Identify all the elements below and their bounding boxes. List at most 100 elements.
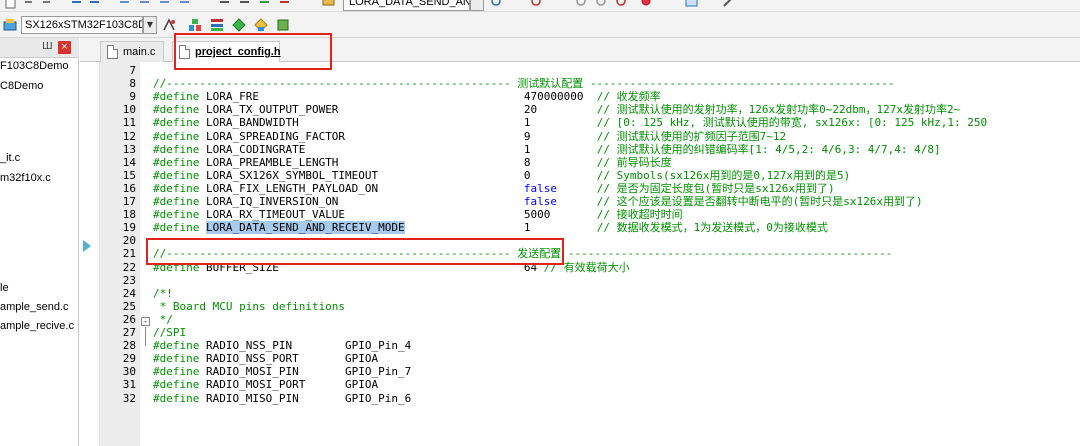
current-line-arrow-icon (83, 240, 91, 252)
prev-bookmark-icon[interactable] (138, 0, 151, 9)
code-line[interactable]: #define LORA_DATA_SEND_AND_RECEIV_MODE 1… (153, 221, 828, 234)
redo-icon[interactable] (40, 0, 53, 9)
code-line[interactable]: #define RADIO_NSS_PORT GPIOA (153, 352, 378, 365)
line-number: 16 (122, 182, 136, 195)
code-token: /*! (153, 287, 173, 300)
code-line[interactable]: * Board MCU pins definitions (153, 300, 345, 313)
debug-icon[interactable] (530, 0, 543, 9)
pack-installer-icon[interactable] (232, 18, 246, 32)
rte-icon[interactable] (276, 18, 290, 32)
code-line[interactable]: //--------------------------------------… (153, 77, 895, 90)
find-in-files-icon[interactable] (322, 0, 335, 9)
back-icon[interactable] (70, 0, 83, 9)
project-tree-item[interactable]: F103C8Demo (0, 60, 78, 72)
code-line[interactable]: */ (153, 313, 173, 326)
code-token: #define (153, 182, 200, 195)
code-line[interactable]: #define LORA_CODINGRATE 1 // 测试默认使用的纠错编码… (153, 143, 941, 156)
line-number: 31 (122, 378, 136, 391)
fold-toggle-icon[interactable]: - (141, 317, 150, 326)
project-tree-item[interactable]: le (0, 282, 78, 294)
target-select[interactable]: SX126xSTM32F103C8Dem (21, 16, 143, 34)
tab-label: main.c (123, 46, 156, 58)
code-line[interactable]: #define RADIO_NSS_PIN GPIO_Pin_4 (153, 339, 411, 352)
find-icon[interactable] (490, 0, 503, 9)
code-line[interactable]: #define RADIO_MISO_PIN GPIO_Pin_6 (153, 392, 411, 405)
configure-icon[interactable] (722, 0, 735, 9)
code-line[interactable]: #define LORA_SX126X_SYMBOL_TIMEOUT 0 // … (153, 169, 850, 182)
code-token: LORA_RX_TIMEOUT_VALUE (199, 208, 524, 221)
line-number: 15 (122, 169, 136, 182)
comment-icon[interactable] (258, 0, 271, 9)
uncomment-icon[interactable] (278, 0, 291, 9)
project-panel-header: Ш × (0, 38, 79, 58)
code-token: false (523, 195, 557, 208)
project-tree-item[interactable]: C8Demo (0, 80, 78, 92)
code-token: // 测试默认使用的发射功率，126x发射功率0~22dbm，127x发射功率2… (596, 103, 961, 116)
close-icon[interactable]: × (58, 41, 71, 54)
tab-main-c[interactable]: main.c (100, 41, 164, 62)
breakpoint-margin[interactable] (80, 62, 100, 446)
target-select-button[interactable]: ▼ (143, 16, 157, 34)
code-line[interactable]: #define LORA_RX_TIMEOUT_VALUE 5000 // 接收… (153, 208, 683, 221)
file-extensions-icon[interactable] (210, 18, 224, 32)
code-token: // 数据收发模式，1为发送模式，0为接收模式 (596, 221, 828, 234)
code-token: #define (153, 195, 200, 208)
code-token: // 这个应该是设置是否翻转中断电平的(暂时只是sx126x用到了) (596, 195, 923, 208)
code-line[interactable]: /*! (153, 287, 173, 300)
project-tree-item[interactable]: _it.c (0, 152, 78, 164)
code-line[interactable]: #define LORA_FIX_LENGTH_PAYLOAD_ON false… (153, 182, 835, 195)
disable-breakpoint-icon[interactable] (595, 0, 608, 9)
undo-icon[interactable] (22, 0, 35, 9)
manage-components-icon[interactable] (188, 18, 202, 32)
bookmark-icon[interactable] (118, 0, 131, 9)
project-tree-item[interactable]: m32f10x.c (0, 172, 78, 184)
code-line[interactable]: #define RADIO_MOSI_PIN GPIO_Pin_7 (153, 365, 411, 378)
tools-icon[interactable] (640, 0, 653, 9)
kill-breakpoints-icon[interactable] (615, 0, 628, 9)
code-line[interactable]: #define LORA_FRE 470000000 // 收发频率 (153, 90, 661, 103)
project-tree-item[interactable]: ample_recive.c (0, 320, 78, 332)
code-line[interactable]: #define LORA_TX_OUTPUT_POWER 20 // 测试默认使… (153, 103, 960, 116)
code-line[interactable]: #define LORA_IQ_INVERSION_ON false // 这个… (153, 195, 923, 208)
code-line[interactable]: #define LORA_BANDWIDTH 1 // [0: 125 kHz,… (153, 116, 987, 129)
unindent-icon[interactable] (238, 0, 251, 9)
project-tree-item[interactable]: ample_send.c (0, 301, 78, 313)
forward-icon[interactable] (88, 0, 101, 9)
find-text-dropdown[interactable]: LORA_DATA_SEND_AND_ (343, 0, 470, 11)
target-options-icon[interactable] (162, 18, 176, 32)
clear-bookmarks-icon[interactable] (178, 0, 191, 9)
code-line[interactable]: #define LORA_SPREADING_FACTOR 9 // 测试默认使… (153, 130, 786, 143)
breakpoint-icon[interactable] (575, 0, 588, 9)
next-bookmark-icon[interactable] (158, 0, 171, 9)
code-token: // 收发频率 (596, 90, 661, 103)
code-token: LORA_IQ_INVERSION_ON (199, 195, 524, 208)
code-line[interactable]: //SPI (153, 326, 186, 339)
line-number: 24 (122, 287, 136, 300)
line-number: 11 (122, 116, 136, 129)
code-token: #define (153, 130, 200, 143)
code-token: LORA_SX126X_SYMBOL_TIMEOUT (199, 169, 524, 182)
new-file-icon[interactable] (4, 0, 17, 9)
line-number: 25 (122, 300, 136, 313)
line-number: 9 (129, 90, 136, 103)
code-token: // 前导码长度 (596, 156, 672, 169)
code-token: #define (153, 392, 200, 405)
indent-icon[interactable] (218, 0, 231, 9)
code-line[interactable]: #define RADIO_MOSI_PORT GPIOA (153, 378, 378, 391)
code-line[interactable]: #define LORA_PREAMBLE_LENGTH 8 // 前导码长度 (153, 156, 672, 169)
window-layout-icon[interactable] (685, 0, 698, 9)
code-token: LORA_SPREADING_FACTOR (199, 130, 524, 143)
find-text-dropdown-button[interactable] (470, 0, 484, 11)
download-icon[interactable] (3, 18, 17, 32)
code-token: LORA_BANDWIDTH (199, 116, 524, 129)
code-token: #define (153, 169, 200, 182)
code-token: //SPI (153, 326, 187, 339)
line-number: 32 (122, 392, 136, 405)
project-panel: Ш × F103C8Demo C8Demo _it.c m32f10x.c le… (0, 38, 79, 446)
pin-icon[interactable]: Ш (42, 41, 53, 52)
select-packs-icon[interactable] (254, 18, 268, 32)
